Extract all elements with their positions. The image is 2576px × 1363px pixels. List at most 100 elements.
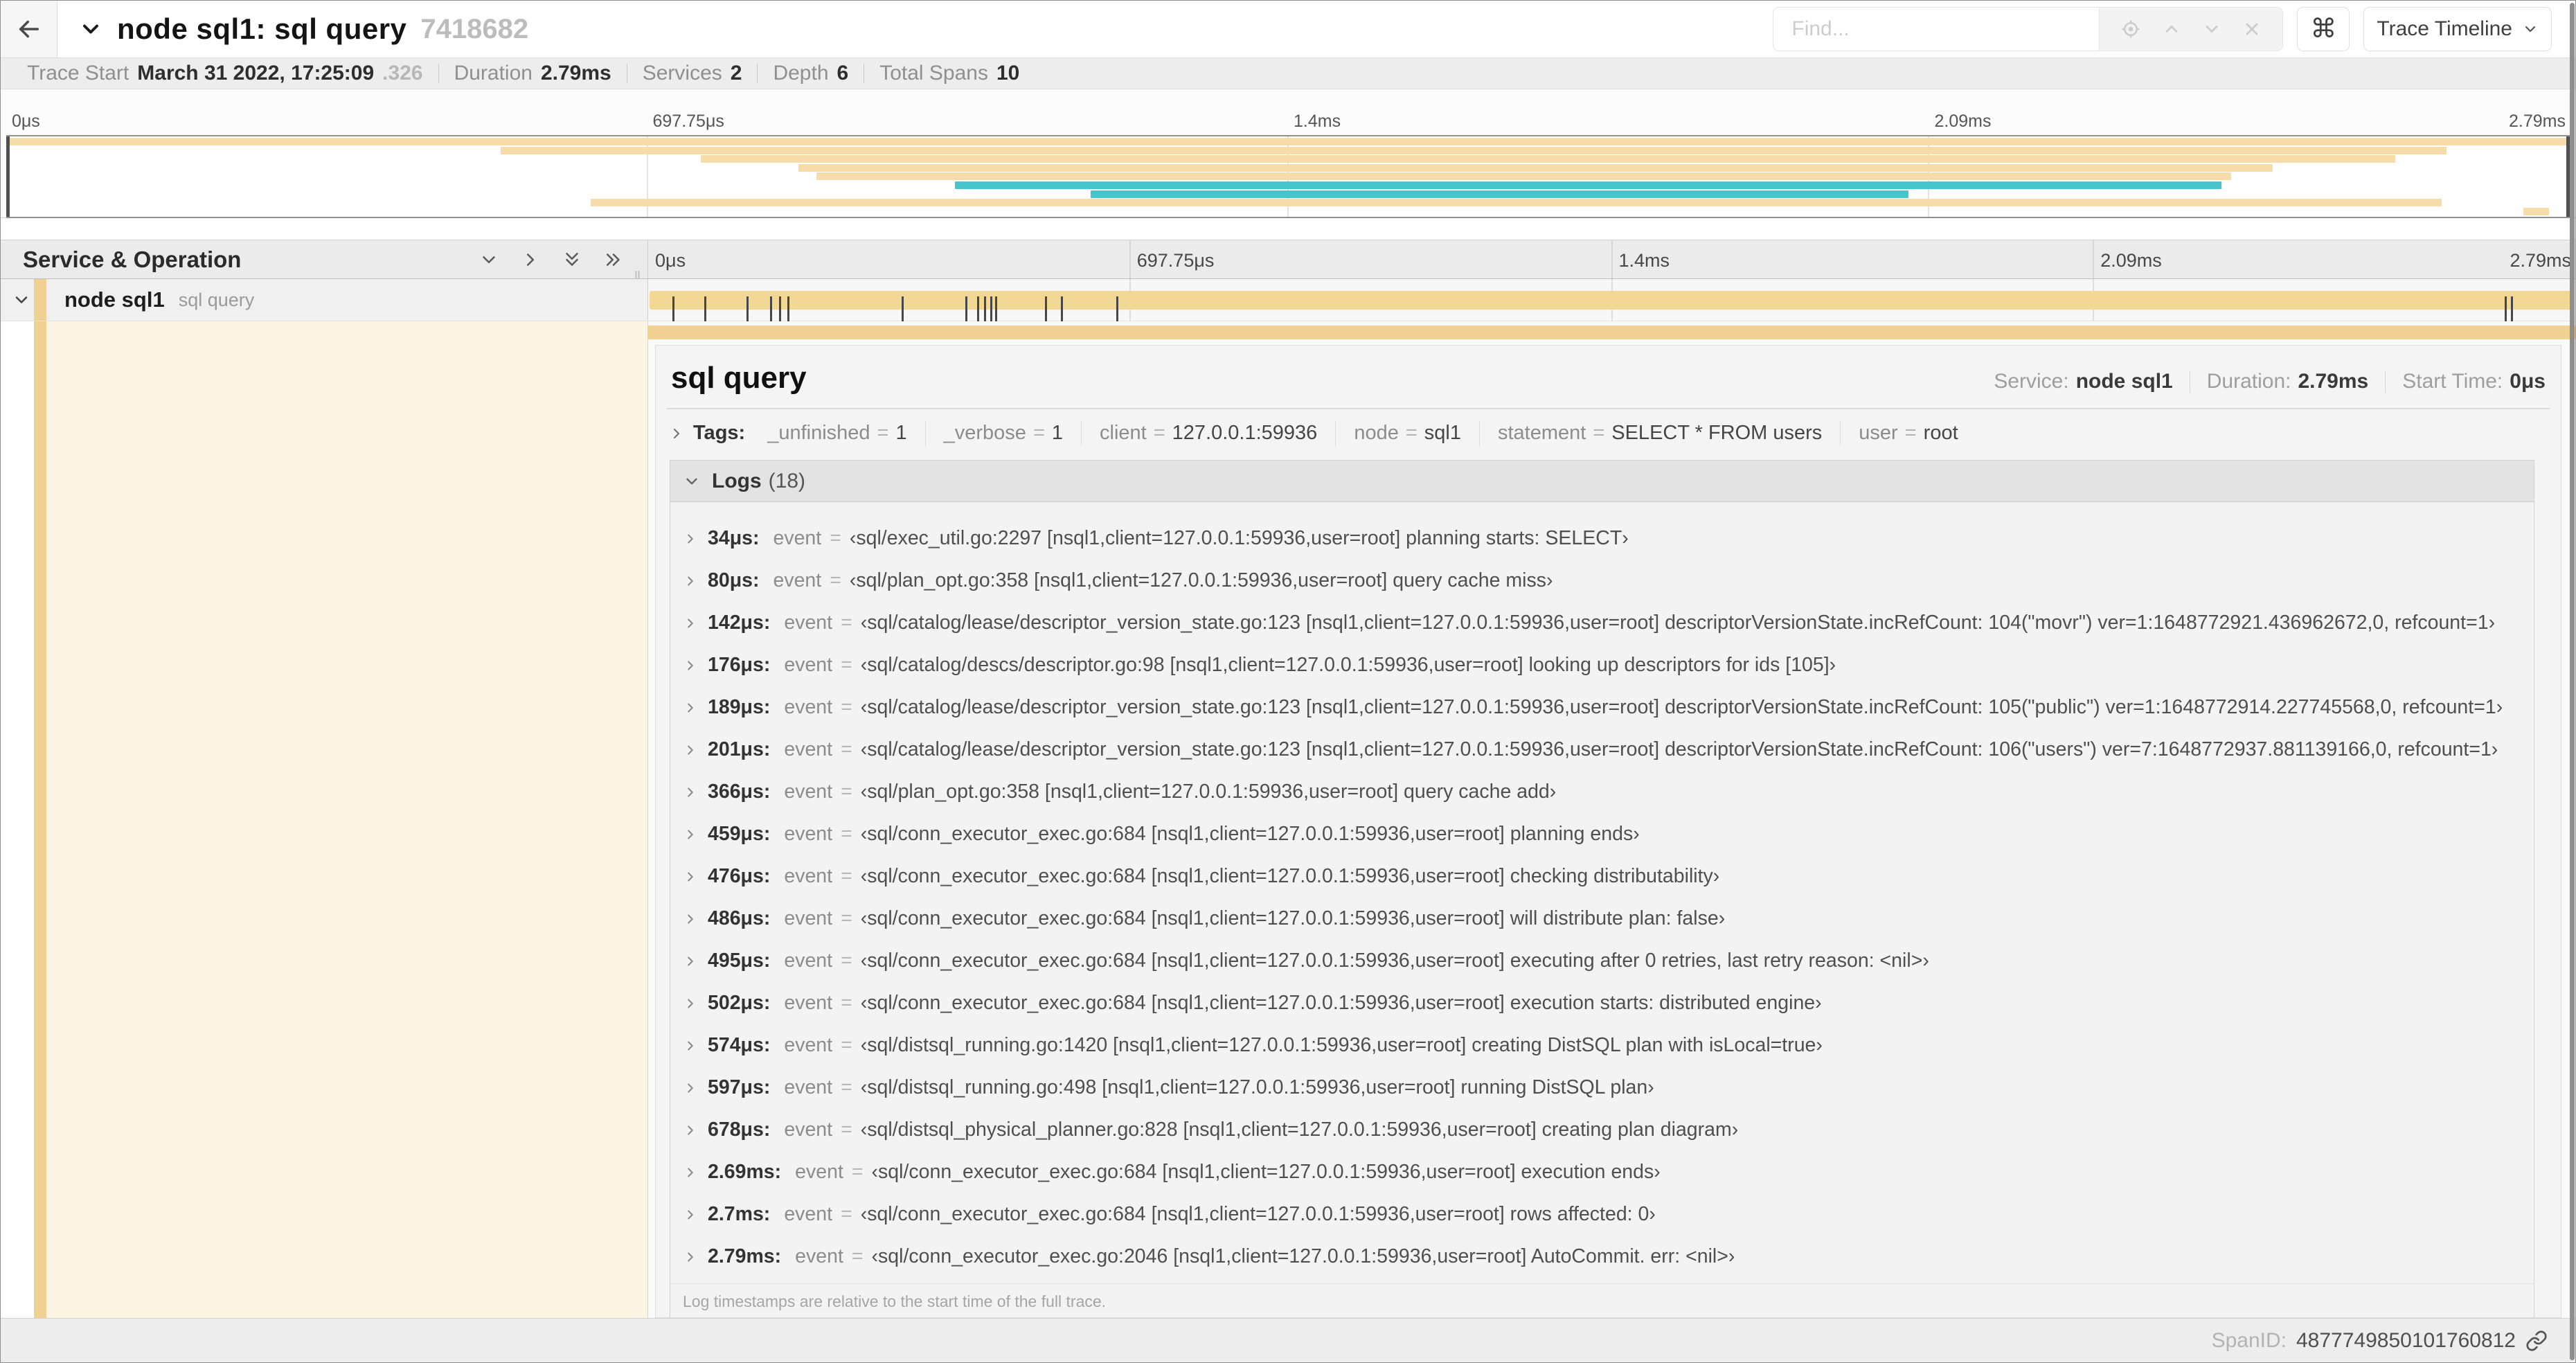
trace-view-page: node sql1: sql query 7418682 ⌘ Trace Tim…: [0, 0, 2576, 1363]
trace-stat: Depth 6: [773, 62, 849, 84]
back-button[interactable]: [1, 1, 57, 57]
chevron-right-icon: [683, 827, 698, 842]
log-row[interactable]: 142μs: event = ‹sql/catalog/lease/descri…: [670, 602, 2534, 644]
chevron-right-icon: [683, 531, 698, 546]
log-row[interactable]: 597μs: event = ‹sql/distsql_running.go:4…: [670, 1067, 2534, 1109]
span-meta-item: Duration: 2.79ms: [2206, 370, 2369, 393]
log-row[interactable]: 678μs: event = ‹sql/distsql_physical_pla…: [670, 1109, 2534, 1151]
logs-count: (18): [768, 469, 806, 492]
span-service-name: node sql1: [64, 287, 165, 312]
log-row[interactable]: 2.79ms: event = ‹sql/conn_executor_exec.…: [670, 1236, 2534, 1278]
ruler-tick-label: 697.75μs: [652, 112, 724, 131]
scrubber-left-handle[interactable]: [6, 136, 10, 217]
log-row[interactable]: 366μs: event = ‹sql/plan_opt.go:358 [nsq…: [670, 771, 2534, 813]
spanid-value: 4877749850101760812: [2296, 1328, 2516, 1352]
tags-row[interactable]: Tags: _unfinished = 1 _verbose = 1 client = 127.…: [656, 409, 2561, 456]
arrow-left-icon: [15, 15, 44, 44]
vertical-scrollbar[interactable]: [2570, 3, 2575, 1360]
command-icon: ⌘: [2310, 15, 2337, 44]
span-duration-bar[interactable]: [650, 291, 2574, 328]
log-row[interactable]: 80μs: event = ‹sql/plan_opt.go:358 [nsql…: [670, 560, 2534, 602]
logs-accordion: Logs (18) 34μs: event = ‹sql/exec_util.g…: [670, 460, 2534, 1317]
log-row[interactable]: 476μs: event = ‹sql/conn_executor_exec.g…: [670, 855, 2534, 898]
chevron-down-icon: [2522, 21, 2539, 37]
log-row[interactable]: 189μs: event = ‹sql/catalog/lease/descri…: [670, 686, 2534, 729]
span-row[interactable]: node sql1 sql query: [1, 279, 2575, 328]
detail-left-column: [1, 321, 648, 1318]
span-detail-panel: sql query Service: node sql1 Duration: 2.79…: [655, 345, 2561, 1318]
expanded-row-accent: [46, 321, 647, 1318]
log-row[interactable]: 574μs: event = ‹sql/distsql_running.go:1…: [670, 1024, 2534, 1067]
chevron-right-icon: [683, 911, 698, 927]
chevron-right-icon: [683, 1123, 698, 1138]
span-meta: Service: node sql1 Duration: 2.79ms Start Ti…: [1994, 370, 2546, 393]
spanid-label: SpanID:: [2211, 1328, 2287, 1352]
log-row[interactable]: 176μs: event = ‹sql/catalog/descs/descri…: [670, 644, 2534, 686]
service-operation-header: Service & Operation ∥: [1, 240, 648, 289]
chevron-right-icon: [683, 616, 698, 631]
chevron-right-icon: [683, 1080, 698, 1096]
trace-stat: Duration 2.79ms: [454, 62, 611, 84]
locate-icon[interactable]: [2120, 19, 2141, 39]
chevron-right-icon: [683, 1038, 698, 1053]
chevron-right-icon: [683, 1249, 698, 1265]
chevron-right-icon: [683, 742, 698, 758]
log-row[interactable]: 486μs: event = ‹sql/conn_executor_exec.g…: [670, 898, 2534, 940]
keyboard-shortcuts-button[interactable]: ⌘: [2297, 7, 2350, 51]
chevron-right-icon: [683, 658, 698, 673]
logs-footnote: Log timestamps are relative to the start…: [670, 1283, 2534, 1317]
chevron-down-icon[interactable]: [78, 17, 103, 42]
expand-all-icon[interactable]: [603, 249, 624, 270]
find-input[interactable]: [1773, 8, 2100, 51]
log-row[interactable]: 502μs: event = ‹sql/conn_executor_exec.g…: [670, 982, 2534, 1024]
chevron-right-icon: [668, 425, 685, 442]
column-header-label: Service & Operation: [23, 246, 242, 272]
clear-find-icon[interactable]: [2242, 19, 2262, 39]
trace-minimap: 0μs 697.75μs 1.4ms 2.09ms 2.79ms: [1, 89, 2575, 218]
logs-header[interactable]: Logs (18): [670, 461, 2534, 502]
log-row[interactable]: 459μs: event = ‹sql/conn_executor_exec.g…: [670, 813, 2534, 855]
log-row[interactable]: 201μs: event = ‹sql/catalog/lease/descri…: [670, 729, 2534, 771]
trace-stat: Services 2: [642, 62, 742, 84]
chevron-right-icon: [683, 1165, 698, 1180]
trace-id: 7418682: [420, 13, 529, 44]
log-row[interactable]: 2.7ms: event = ‹sql/conn_executor_exec.g…: [670, 1193, 2534, 1236]
link-icon[interactable]: [2525, 1330, 2548, 1352]
log-row[interactable]: 2.69ms: event = ‹sql/conn_executor_exec.…: [670, 1151, 2534, 1193]
chevron-right-icon: [683, 869, 698, 884]
chevron-right-icon: [683, 573, 698, 589]
tags-label: Tags:: [693, 422, 746, 444]
ruler-tick-label: 0μs: [655, 250, 686, 271]
ruler-tick-label: 1.4ms: [1618, 250, 1670, 271]
timeline-header: Service & Operation ∥ 0μs 697.75μs 1.4ms 2.…: [1, 240, 2575, 289]
span-name-cell[interactable]: node sql1 sql query: [1, 279, 648, 321]
ruler-tick-label: 1.4ms: [1294, 112, 1341, 131]
view-selector-button[interactable]: Trace Timeline: [2363, 7, 2552, 51]
minimap-ruler: 0μs 697.75μs 1.4ms 2.09ms 2.79ms: [6, 112, 2570, 135]
minimap-viewport-scrubber[interactable]: [6, 135, 2570, 218]
tag-list: _unfinished = 1 _verbose = 1 client = 127.0.0.1:…: [749, 420, 1976, 446]
chevron-right-icon: [683, 996, 698, 1011]
tag-item: _unfinished = 1: [767, 422, 907, 444]
find-group: [1773, 7, 2284, 51]
span-meta-item: Start Time: 0μs: [2402, 370, 2546, 393]
span-color-stripe: [34, 279, 46, 321]
ruler-tick-label: 697.75μs: [1136, 250, 1215, 271]
chevron-down-icon[interactable]: [12, 290, 31, 310]
collapse-one-icon[interactable]: [478, 249, 499, 270]
tag-item: user = root: [1840, 420, 1976, 446]
ruler-tick-label: 0μs: [12, 112, 40, 131]
trace-stat: Trace Start March 31 2022, 17:25:09.326: [27, 62, 423, 84]
log-row[interactable]: 495μs: event = ‹sql/conn_executor_exec.g…: [670, 940, 2534, 982]
span-footer-bar: SpanID: 4877749850101760812: [1, 1318, 2575, 1362]
next-match-icon[interactable]: [2202, 19, 2221, 39]
expand-one-icon[interactable]: [520, 249, 541, 270]
tag-item: node = sql1: [1335, 420, 1479, 446]
span-timeline-cell[interactable]: [648, 279, 2575, 328]
log-row[interactable]: 34μs: event = ‹sql/exec_util.go:2297 [ns…: [670, 517, 2534, 560]
prev-match-icon[interactable]: [2162, 19, 2181, 39]
view-selector-label: Trace Timeline: [2377, 17, 2512, 40]
collapse-all-icon[interactable]: [562, 249, 582, 270]
divider: [2385, 371, 2386, 393]
span-detail-accent-bar: [648, 326, 2575, 339]
